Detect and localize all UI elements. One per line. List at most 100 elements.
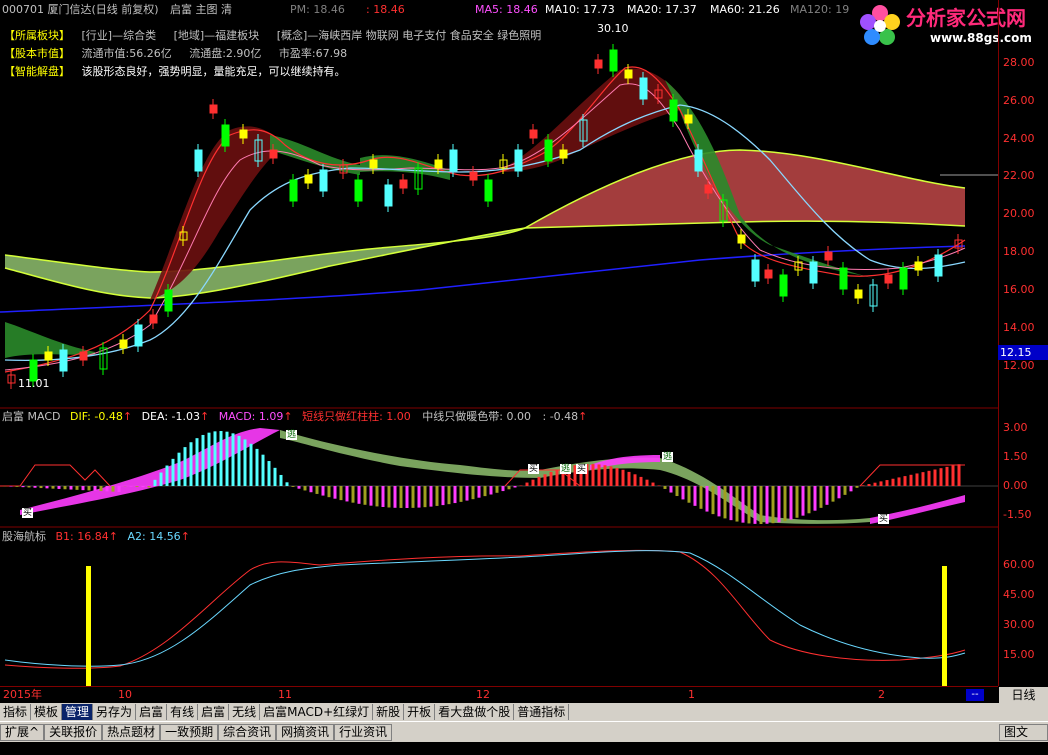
candle-body	[164, 289, 173, 312]
ma10-line	[4, 83, 966, 371]
macd-mid-warm: 中线只做暖色带: 0.00	[422, 410, 531, 423]
macd-tick: -1.50	[1003, 508, 1032, 521]
bottom-tab-button[interactable]: 行业资讯	[334, 724, 393, 741]
candle-body	[684, 114, 693, 124]
candle-body	[79, 351, 88, 361]
bottom-tab-button[interactable]: 关联报价	[44, 724, 103, 741]
nav-header: 股海航标 B1: 16.84↑ A2: 14.56↑	[2, 530, 190, 543]
toolbar-button[interactable]: 启富	[136, 704, 168, 720]
macd-short-red: 短线只做红柱柱: 1.00	[302, 410, 411, 423]
nav-tick: 15.00	[1003, 648, 1035, 661]
escape-signal-badge: 逃	[286, 430, 298, 440]
candle-body	[399, 179, 408, 189]
candle-body	[764, 269, 773, 279]
price-tick: 24.00	[1003, 132, 1035, 145]
bottom-tab-button[interactable]: 热点题材	[102, 724, 161, 741]
candle-body	[899, 267, 908, 290]
toolbar-button[interactable]: 启富MACD+红绿灯	[260, 704, 374, 720]
candle-body	[694, 149, 703, 172]
price-tick: 26.00	[1003, 94, 1035, 107]
candle-body	[134, 324, 143, 347]
candle-body	[839, 267, 848, 290]
candle-body	[44, 351, 53, 361]
date-label: 2015年	[3, 688, 42, 701]
price-chart[interactable]	[0, 0, 998, 686]
macd-header: 启富 MACD DIF: -0.48↑ DEA: -1.03↑ MACD: 1.…	[2, 410, 588, 423]
date-axis[interactable]: 2015年 10 11 12 1 2 --	[0, 686, 998, 704]
toolbar-button[interactable]: 模板	[31, 704, 63, 720]
price-tick: 28.00	[1003, 56, 1035, 69]
low-annotation: 11.01	[18, 377, 50, 390]
candle-body	[149, 314, 158, 324]
macd-dea: DEA: -1.03	[141, 410, 200, 423]
period-selector[interactable]: 日线	[999, 687, 1048, 703]
toolbar-button[interactable]: 管理	[62, 704, 94, 720]
date-label: 12	[476, 688, 490, 701]
toolbar-button[interactable]: 新股	[373, 704, 405, 720]
candle-body	[544, 139, 553, 162]
toolbar-button[interactable]: 看大盘做个股	[435, 704, 515, 720]
candle-body	[669, 99, 678, 122]
toolbar-button[interactable]: 开板	[404, 704, 436, 720]
escape-signal-badge: 逃	[662, 452, 674, 462]
candle-body	[209, 104, 218, 114]
macd-tick: 1.50	[1003, 450, 1028, 463]
candle-body	[434, 159, 443, 169]
buy-signal-badge: 买	[878, 514, 890, 524]
bottom-tab-button[interactable]: 扩展^	[0, 724, 45, 741]
candle-body	[704, 184, 713, 194]
bottom-tab-button[interactable]: 综合资讯	[218, 724, 277, 741]
candle-body	[854, 289, 863, 299]
price-tick: 22.00	[1003, 169, 1035, 182]
nav-red-line	[4, 549, 966, 669]
candle-body	[269, 149, 278, 159]
candle-body	[484, 179, 493, 202]
toolbar-button[interactable]: 普通指标	[514, 704, 570, 720]
nav-tick: 60.00	[1003, 558, 1035, 571]
candle-body	[914, 261, 923, 271]
macd-dif: DIF: -0.48	[69, 410, 123, 423]
chart-window[interactable]: 000701 厦门信达(日线 前复权) 启富 主图 清 PM: 18.46 : …	[0, 0, 1048, 754]
candle-body	[639, 77, 648, 100]
toolbar-button[interactable]: 启富	[198, 704, 230, 720]
candle-body	[514, 149, 523, 172]
f10-button[interactable]: 图文F10	[999, 724, 1048, 754]
toolbar-button[interactable]: 有线	[167, 704, 199, 720]
date-label: 11	[278, 688, 292, 701]
scroll-indicator[interactable]: --	[966, 689, 984, 701]
bottom-tab-button[interactable]: 一致预期	[160, 724, 219, 741]
nav-tick: 30.00	[1003, 618, 1035, 631]
candle-body	[824, 251, 833, 261]
price-tick: 12.00	[1003, 359, 1035, 372]
candle-body	[469, 171, 478, 181]
candle-body	[289, 179, 298, 202]
candle-body	[779, 274, 788, 297]
current-price-tag: 12.15	[998, 345, 1048, 360]
candle-body	[934, 254, 943, 277]
escape-signal-badge: 逃	[560, 464, 572, 474]
macd-tick: 0.00	[1003, 479, 1028, 492]
candle-body	[239, 129, 248, 139]
buy-signal-badge: 买	[576, 464, 588, 474]
price-tick: 20.00	[1003, 207, 1035, 220]
candle-body	[809, 261, 818, 284]
candle-body	[609, 49, 618, 72]
macd-value: MACD: 1.09	[218, 410, 284, 423]
candle-body	[369, 159, 378, 169]
macd-extra: : -0.48	[542, 410, 579, 423]
candle-body	[59, 349, 68, 372]
nav-b1: B1: 16.84	[55, 530, 109, 543]
toolbar-button[interactable]: 指标	[0, 704, 32, 720]
price-axis	[998, 0, 999, 686]
date-label: 1	[688, 688, 695, 701]
candle-body	[384, 184, 393, 207]
bottom-tab-button[interactable]: 网摘资讯	[276, 724, 335, 741]
toolbar-button[interactable]: 无线	[229, 704, 261, 720]
toolbar-button[interactable]: 另存为	[93, 704, 137, 720]
candle-body	[194, 149, 203, 172]
nav-tick: 45.00	[1003, 588, 1035, 601]
ma20-line	[4, 104, 966, 361]
macd-tick: 3.00	[1003, 421, 1028, 434]
nav-marker-right	[942, 566, 947, 686]
candle-body	[221, 124, 230, 147]
